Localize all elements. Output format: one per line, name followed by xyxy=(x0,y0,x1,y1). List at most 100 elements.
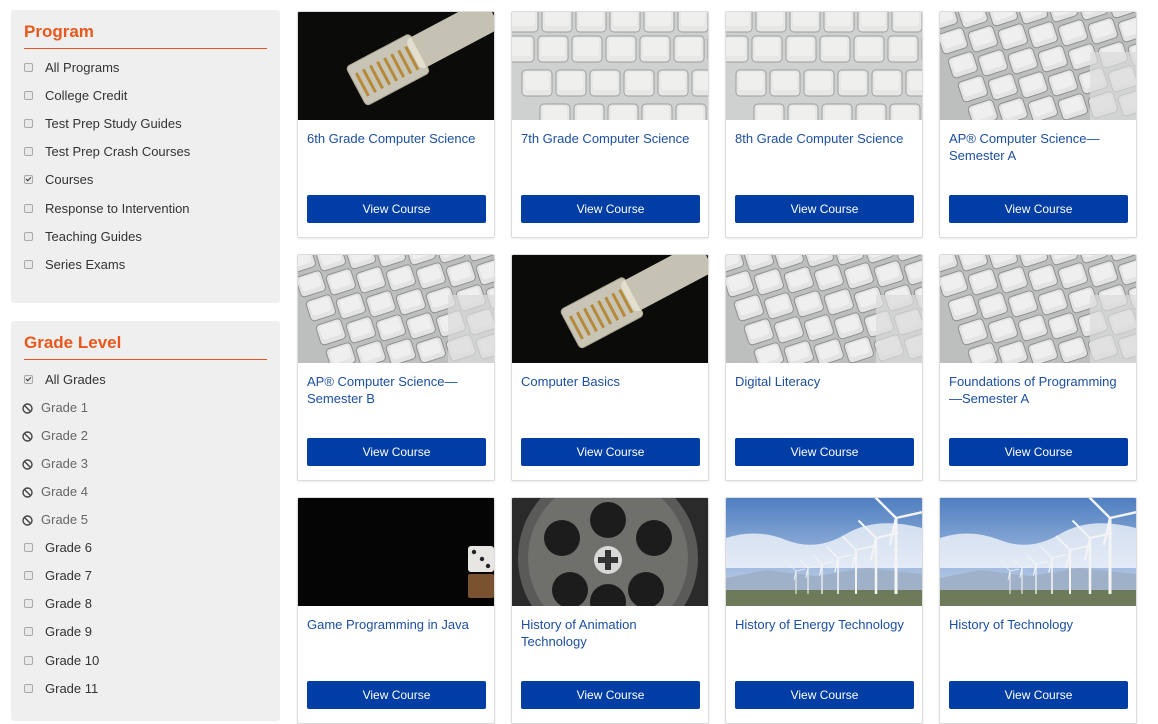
program-option-label: Test Prep Crash Courses xyxy=(45,144,191,160)
course-title-link[interactable]: AP® Computer Science—Semester A xyxy=(949,130,1129,164)
course-title-link[interactable]: History of Technology xyxy=(949,616,1129,633)
grade-option-11[interactable]: Grade 11 xyxy=(24,678,98,698)
program-option-label: Test Prep Study Guides xyxy=(45,115,182,131)
checkbox[interactable] xyxy=(24,90,33,100)
course-card: Foundations of Programming—Semester A Vie… xyxy=(939,254,1137,481)
program-option-2[interactable]: Test Prep Study Guides xyxy=(24,113,182,133)
grade-option-label: Grade 8 xyxy=(45,596,92,612)
wind-turbines-image[interactable] xyxy=(940,498,1136,606)
disabled-icon xyxy=(22,486,33,498)
grade-option-0[interactable]: All Grades xyxy=(24,369,106,389)
disabled-icon xyxy=(22,514,33,526)
view-course-button[interactable]: View Course xyxy=(521,438,700,466)
course-title-link[interactable]: 7th Grade Computer Science xyxy=(521,130,701,147)
view-course-button[interactable]: View Course xyxy=(735,681,914,709)
grade-option-1: Grade 1 xyxy=(22,397,88,417)
checkbox[interactable] xyxy=(24,203,33,213)
course-title-link[interactable]: AP® Computer Science—Semester B xyxy=(307,373,487,407)
view-course-button[interactable]: View Course xyxy=(949,681,1128,709)
keyboard-angled-image[interactable] xyxy=(940,255,1136,363)
program-option-3[interactable]: Test Prep Crash Courses xyxy=(24,142,190,162)
program-option-label: Teaching Guides xyxy=(45,228,142,244)
checkbox[interactable] xyxy=(24,147,33,157)
checkbox[interactable] xyxy=(24,627,33,637)
program-option-0[interactable]: All Programs xyxy=(24,57,119,77)
program-option-5[interactable]: Response to Intervention xyxy=(24,198,190,218)
grade-filter-panel: Grade Level All Grades Grade 1 Grade 2 Grad… xyxy=(11,321,280,721)
keyboard-flat-image[interactable] xyxy=(726,12,922,120)
keyboard-flat-image[interactable] xyxy=(512,12,708,120)
keyboard-angled-image[interactable] xyxy=(726,255,922,363)
view-course-button[interactable]: View Course xyxy=(521,195,700,223)
grade-option-label: Grade 7 xyxy=(45,568,92,584)
course-card: History of Energy Technology View Course xyxy=(725,497,923,724)
view-course-button[interactable]: View Course xyxy=(735,438,914,466)
course-card: 7th Grade Computer Science View Course xyxy=(511,11,709,238)
checkbox[interactable] xyxy=(24,571,33,581)
view-course-button[interactable]: View Course xyxy=(307,438,486,466)
grade-option-10[interactable]: Grade 10 xyxy=(24,650,99,670)
grade-option-label: Grade 1 xyxy=(41,399,88,415)
grade-option-9[interactable]: Grade 9 xyxy=(24,622,92,642)
checkbox[interactable] xyxy=(24,259,33,269)
course-title-link[interactable]: 6th Grade Computer Science xyxy=(307,130,487,147)
course-title-link[interactable]: History of Animation Technology xyxy=(521,616,701,650)
grade-option-3: Grade 3 xyxy=(22,453,88,473)
course-title-link[interactable]: Digital Literacy xyxy=(735,373,915,390)
course-card: AP® Computer Science—Semester A View Cour… xyxy=(939,11,1137,238)
program-option-label: Courses xyxy=(45,172,94,188)
view-course-button[interactable]: View Course xyxy=(307,195,486,223)
course-title-link[interactable]: Game Programming in Java xyxy=(307,616,487,633)
keyboard-angled-image[interactable] xyxy=(298,255,494,363)
view-course-button[interactable]: View Course xyxy=(949,195,1128,223)
film-reel-image[interactable] xyxy=(512,498,708,606)
disabled-icon xyxy=(22,430,33,442)
program-option-label: College Credit xyxy=(45,87,128,103)
view-course-button[interactable]: View Course xyxy=(307,681,486,709)
course-card: AP® Computer Science—Semester B View Cour… xyxy=(297,254,495,481)
wind-turbines-image[interactable] xyxy=(726,498,922,606)
program-title-divider xyxy=(24,48,267,49)
program-option-1[interactable]: College Credit xyxy=(24,85,127,105)
course-card: History of Technology View Course xyxy=(939,497,1137,724)
checkbox[interactable] xyxy=(24,599,33,609)
program-option-4[interactable]: Courses xyxy=(24,170,93,190)
program-option-7[interactable]: Series Exams xyxy=(24,254,125,274)
ethernet-cable-image[interactable] xyxy=(298,12,494,120)
checkbox[interactable] xyxy=(24,683,33,693)
course-title-link[interactable]: 8th Grade Computer Science xyxy=(735,130,915,147)
grade-title-divider xyxy=(24,359,267,360)
view-course-button[interactable]: View Course xyxy=(949,438,1128,466)
grade-option-label: Grade 6 xyxy=(45,540,92,556)
checkbox[interactable] xyxy=(24,374,33,384)
grade-option-label: Grade 4 xyxy=(41,483,88,499)
checkbox[interactable] xyxy=(24,655,33,665)
grade-option-6[interactable]: Grade 6 xyxy=(24,538,92,558)
program-filter-panel: Program All Programs College Credit Test P… xyxy=(11,10,280,303)
dice-image[interactable] xyxy=(298,498,494,606)
view-course-button[interactable]: View Course xyxy=(521,681,700,709)
course-card: 8th Grade Computer Science View Course xyxy=(725,11,923,238)
grade-option-label: Grade 3 xyxy=(41,455,88,471)
grade-option-2: Grade 2 xyxy=(22,425,88,445)
checkbox[interactable] xyxy=(24,175,33,185)
view-course-button[interactable]: View Course xyxy=(735,195,914,223)
course-card: Digital Literacy View Course xyxy=(725,254,923,481)
checkbox[interactable] xyxy=(24,231,33,241)
course-title-link[interactable]: Computer Basics xyxy=(521,373,701,390)
program-option-label: Series Exams xyxy=(45,256,126,272)
grade-option-label: Grade 11 xyxy=(45,680,99,696)
checkbox[interactable] xyxy=(24,62,33,72)
grade-option-8[interactable]: Grade 8 xyxy=(24,594,92,614)
program-option-6[interactable]: Teaching Guides xyxy=(24,226,142,246)
checkbox[interactable] xyxy=(24,543,33,553)
course-title-link[interactable]: History of Energy Technology xyxy=(735,616,915,633)
ethernet-cable-image[interactable] xyxy=(512,255,708,363)
grade-option-label: All Grades xyxy=(45,371,106,387)
keyboard-angled-image[interactable] xyxy=(940,12,1136,120)
checkbox[interactable] xyxy=(24,118,33,128)
course-title-link[interactable]: Foundations of Programming—Semester A xyxy=(949,373,1129,407)
grade-option-7[interactable]: Grade 7 xyxy=(24,566,92,586)
course-card: 6th Grade Computer Science View Course xyxy=(297,11,495,238)
grade-option-label: Grade 10 xyxy=(45,652,100,668)
